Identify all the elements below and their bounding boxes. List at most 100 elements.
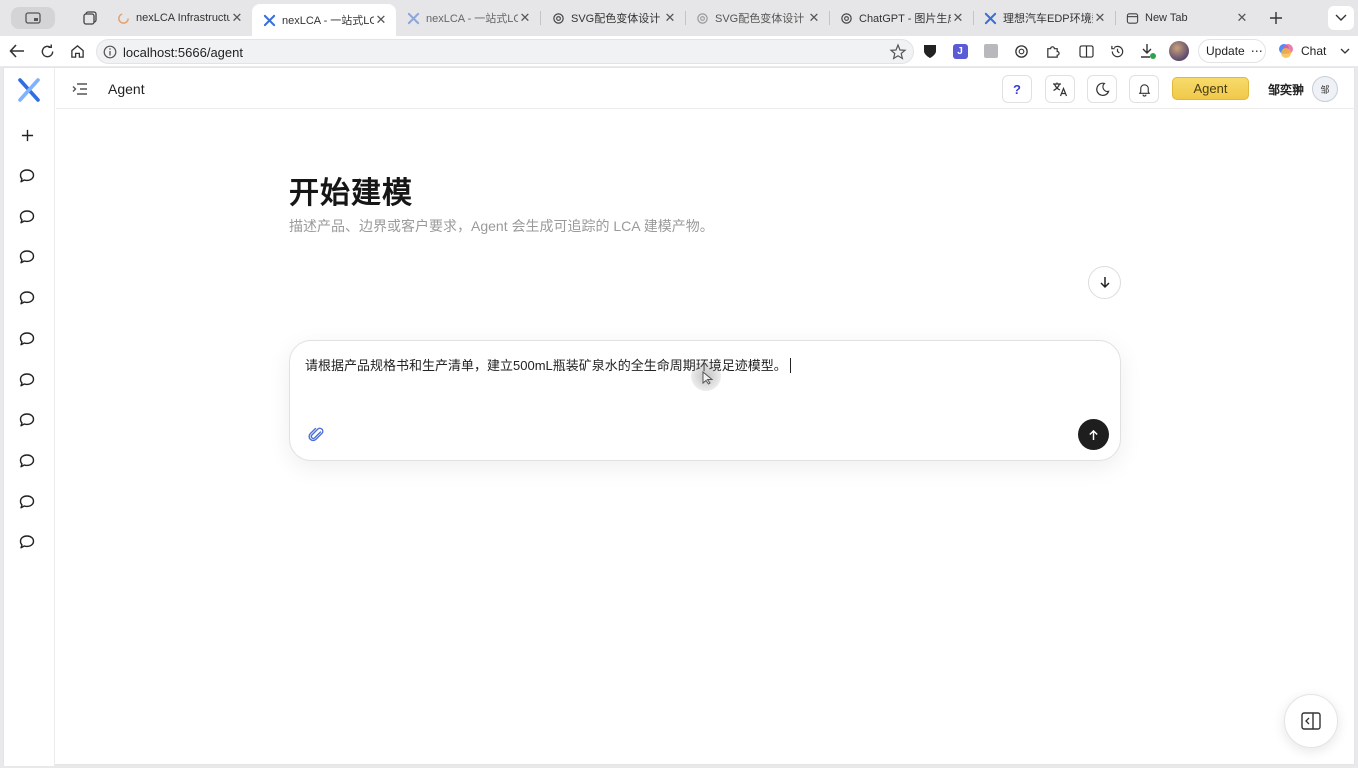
profile-button[interactable]	[1169, 41, 1189, 61]
reload-button[interactable]	[36, 40, 58, 62]
new-tab-icon	[1125, 11, 1139, 25]
close-icon[interactable]: ✕	[518, 10, 532, 25]
right-panel-toggle-button[interactable]	[1284, 694, 1338, 748]
extensions-button[interactable]	[1043, 42, 1061, 60]
chat-bubble-icon	[19, 535, 35, 549]
address-bar[interactable]: localhost:5666/agent	[96, 39, 914, 64]
chevron-down-icon	[1335, 14, 1347, 21]
browser-toolbar: localhost:5666/agent J Update ⋯ Chat	[0, 36, 1358, 66]
shield-icon	[924, 45, 936, 58]
chat-bubble-icon	[19, 372, 35, 386]
prompt-composer[interactable]: 请根据产品规格书和生产清单，建立500mL瓶装矿泉水的全生命周期环境足迹模型。	[289, 340, 1121, 461]
collapse-sidebar-icon[interactable]	[71, 80, 89, 98]
chat-bubble-icon	[19, 332, 35, 346]
openai-icon	[551, 11, 565, 25]
user-name[interactable]: 邹奕翀	[1268, 81, 1304, 98]
sidebar-chat-item[interactable]	[17, 247, 37, 267]
update-label: Update	[1206, 44, 1245, 58]
info-icon[interactable]	[103, 45, 117, 59]
chat-button[interactable]: Chat	[1272, 39, 1354, 63]
sidebar-chat-item[interactable]	[17, 288, 37, 308]
sidebar-chat-item[interactable]	[17, 451, 37, 471]
sidebar-chat-item[interactable]	[17, 492, 37, 512]
sidebar-chat-item[interactable]	[17, 532, 37, 552]
sidebar-chat-item[interactable]	[17, 370, 37, 390]
close-icon[interactable]: ✕	[663, 10, 677, 25]
sidebar-chat-item[interactable]	[17, 166, 37, 186]
tab-5[interactable]: ChatGPT - 图片生成 ✕	[829, 4, 973, 32]
close-icon[interactable]: ✕	[1093, 10, 1107, 25]
tab-groups-button[interactable]	[78, 6, 102, 30]
agent-mode-badge[interactable]: Agent	[1172, 77, 1249, 100]
sidebar-toggle-button[interactable]	[11, 7, 55, 29]
text-caret	[789, 358, 791, 373]
user-avatar[interactable]: 邹	[1312, 76, 1338, 102]
help-button[interactable]: ?	[1002, 75, 1032, 103]
downloads-button[interactable]	[1139, 42, 1157, 60]
new-tab-button[interactable]	[1264, 6, 1288, 30]
mouse-cursor-icon	[702, 371, 714, 385]
extension-bitwarden[interactable]	[921, 42, 939, 60]
update-button[interactable]: Update ⋯	[1198, 39, 1266, 63]
tab-3[interactable]: SVG配色变体设计 ✕	[541, 4, 685, 32]
history-button[interactable]	[1108, 42, 1126, 60]
reload-icon	[41, 43, 53, 57]
tab-label: ChatGPT - 图片生成	[859, 13, 951, 25]
help-icon: ?	[1013, 81, 1021, 97]
tab-7[interactable]: New Tab ✕	[1115, 4, 1257, 32]
extension-square-icon	[984, 44, 998, 58]
openai-icon	[839, 11, 853, 25]
tab-0[interactable]: nexLCA Infrastructu ✕	[106, 4, 252, 32]
chevron-down-icon	[1340, 48, 1350, 54]
extension-openai[interactable]	[1012, 42, 1030, 60]
tab-groups-icon	[83, 11, 97, 25]
star-icon[interactable]	[889, 43, 907, 61]
back-button[interactable]	[6, 40, 28, 62]
tab-1[interactable]: nexLCA - 一站式LCA ✕	[252, 4, 396, 36]
language-button[interactable]	[1045, 75, 1075, 103]
tab-6[interactable]: 理想汽车EDP环境数据 ✕	[973, 4, 1115, 32]
tab-label: nexLCA - 一站式LCA	[282, 15, 374, 27]
sidebar-chat-item[interactable]	[17, 329, 37, 349]
browser-tab-strip: nexLCA Infrastructu ✕ nexLCA - 一站式LCA ✕ …	[0, 0, 1358, 36]
tab-label: SVG配色变体设计	[715, 13, 805, 25]
openai-icon	[695, 11, 709, 25]
scroll-down-button[interactable]	[1088, 266, 1121, 299]
extension-translate[interactable]: J	[951, 42, 969, 60]
arrow-left-icon	[9, 44, 24, 58]
app-window: Agent ? Agent 邹奕翀 邹 开始建模 描述产品、边界或客户要求，Ag…	[3, 67, 1355, 766]
close-icon[interactable]: ✕	[807, 10, 821, 25]
plus-icon	[21, 129, 33, 141]
notifications-button[interactable]	[1129, 75, 1159, 103]
url-text: localhost:5666/agent	[123, 45, 243, 60]
close-icon[interactable]: ✕	[1235, 10, 1249, 25]
nexlca-logo[interactable]	[17, 78, 41, 102]
theme-toggle-button[interactable]	[1087, 75, 1117, 103]
new-chat-button[interactable]	[17, 125, 37, 145]
tab-label: nexLCA Infrastructu	[136, 12, 230, 24]
reading-mode-button[interactable]	[1077, 42, 1095, 60]
sidebar-chat-item[interactable]	[17, 410, 37, 430]
chat-bubble-icon	[19, 169, 35, 183]
app-header: Agent ? Agent 邹奕翀 邹	[56, 68, 1355, 109]
close-icon[interactable]: ✕	[951, 10, 965, 25]
close-icon[interactable]: ✕	[230, 10, 244, 25]
tab-label: New Tab	[1145, 12, 1188, 24]
tab-label: SVG配色变体设计	[571, 13, 661, 25]
tab-4[interactable]: SVG配色变体设计 ✕	[685, 4, 829, 32]
extension-grey[interactable]	[982, 42, 1000, 60]
bell-icon	[1138, 83, 1150, 97]
close-icon[interactable]: ✕	[374, 12, 388, 27]
tab-list-button[interactable]	[1328, 6, 1354, 30]
home-icon	[70, 44, 84, 58]
send-button[interactable]	[1078, 419, 1109, 450]
chat-assistant-icon	[1279, 44, 1293, 58]
sidebar-chat-item[interactable]	[17, 207, 37, 227]
tab-2[interactable]: nexLCA - 一站式LCA ✕	[396, 4, 540, 32]
chat-bubble-icon	[19, 291, 35, 305]
openai-icon	[1014, 44, 1028, 58]
spinner-icon	[116, 11, 130, 25]
paperclip-icon[interactable]	[308, 426, 326, 444]
chat-bubble-icon	[19, 494, 35, 509]
home-button[interactable]	[66, 40, 88, 62]
